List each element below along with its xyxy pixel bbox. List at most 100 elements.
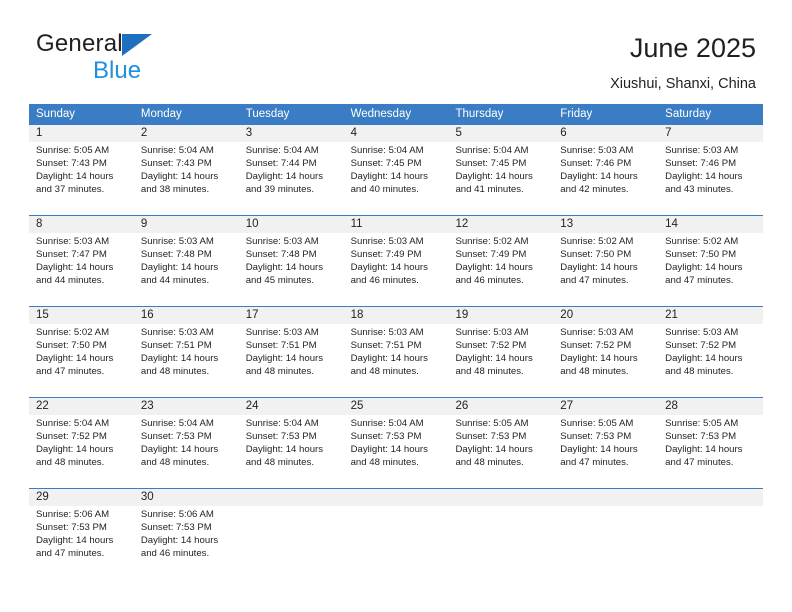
calendar-day-cell[interactable]: 1 Sunrise: 5:05 AM Sunset: 7:43 PM Daylight… <box>29 125 134 203</box>
sunrise-text: Sunrise: 5:04 AM <box>350 418 424 429</box>
day-number: 13 <box>560 218 574 230</box>
day-details: Sunrise: 5:05 AM Sunset: 7:53 PM Daylight:… <box>553 415 658 474</box>
day-number: 16 <box>140 309 154 321</box>
day-details: Sunrise: 5:03 AM Sunset: 7:52 PM Daylight:… <box>658 324 763 383</box>
sunset-text: Sunset: 7:52 PM <box>560 339 632 351</box>
day-details: Sunrise: 5:03 AM Sunset: 7:48 PM Daylight:… <box>134 233 239 292</box>
calendar-day-cell[interactable]: 2 Sunrise: 5:04 AM Sunset: 7:43 PM Daylight… <box>133 125 239 203</box>
sunset-text: Sunset: 7:50 PM <box>560 248 632 260</box>
calendar-day-cell[interactable]: 20 Sunrise: 5:03 AM Sunset: 7:52 PM Dayligh… <box>553 307 659 385</box>
day-number-band: 4 <box>343 125 449 142</box>
calendar-week-row: 15 Sunrise: 5:02 AM Sunset: 7:50 PM Dayligh… <box>29 306 764 385</box>
calendar-day-cell[interactable]: 6 Sunrise: 5:03 AM Sunset: 7:46 PM Daylight… <box>553 125 659 203</box>
daylight-text: Daylight: 14 hours and 47 minutes. <box>560 443 638 468</box>
calendar-day-cell[interactable]: 21 Sunrise: 5:03 AM Sunset: 7:52 PM Dayligh… <box>658 307 764 385</box>
dow-monday: Monday <box>140 108 182 120</box>
calendar-day-cell[interactable]: 14 Sunrise: 5:02 AM Sunset: 7:50 PM Dayligh… <box>658 216 764 294</box>
sunrise-text: Sunrise: 5:06 AM <box>140 509 214 520</box>
dow-saturday: Saturday <box>665 108 712 120</box>
day-details <box>448 506 553 513</box>
day-number-band <box>343 489 449 506</box>
daylight-text: Daylight: 14 hours and 40 minutes. <box>350 170 428 195</box>
calendar-day-cell[interactable]: 11 Sunrise: 5:03 AM Sunset: 7:49 PM Dayligh… <box>343 216 449 294</box>
day-number: 15 <box>36 309 49 321</box>
sunrise-text: Sunrise: 5:02 AM <box>665 236 739 247</box>
day-number-band <box>448 489 554 506</box>
calendar-day-cell[interactable]: 18 Sunrise: 5:03 AM Sunset: 7:51 PM Dayligh… <box>343 307 449 385</box>
calendar-day-cell[interactable]: 9 Sunrise: 5:03 AM Sunset: 7:48 PM Daylight… <box>133 216 239 294</box>
sunset-text: Sunset: 7:53 PM <box>350 430 422 442</box>
dow-friday: Friday <box>560 108 593 120</box>
sunset-text: Sunset: 7:43 PM <box>140 157 212 169</box>
day-number-band: 19 <box>448 307 554 324</box>
calendar-day-cell[interactable]: 17 Sunrise: 5:03 AM Sunset: 7:51 PM Dayligh… <box>238 307 344 385</box>
day-details <box>553 506 658 513</box>
sunset-text: Sunset: 7:51 PM <box>350 339 422 351</box>
calendar-day-cell[interactable]: 15 Sunrise: 5:02 AM Sunset: 7:50 PM Dayligh… <box>29 307 134 385</box>
calendar-day-cell[interactable]: 22 Sunrise: 5:04 AM Sunset: 7:52 PM Dayligh… <box>29 398 134 476</box>
sunset-text: Sunset: 7:44 PM <box>245 157 317 169</box>
day-details: Sunrise: 5:03 AM Sunset: 7:47 PM Daylight:… <box>29 233 134 292</box>
calendar-day-cell[interactable]: 26 Sunrise: 5:05 AM Sunset: 7:53 PM Dayligh… <box>448 398 554 476</box>
calendar-day-cell[interactable]: 24 Sunrise: 5:04 AM Sunset: 7:53 PM Dayligh… <box>238 398 344 476</box>
calendar-week-row: 8 Sunrise: 5:03 AM Sunset: 7:47 PM Daylight… <box>29 215 764 294</box>
daylight-text: Daylight: 14 hours and 37 minutes. <box>36 170 114 195</box>
day-number: 23 <box>140 400 154 412</box>
day-number-band: 29 <box>29 489 134 506</box>
day-number-band: 7 <box>658 125 764 142</box>
calendar-day-cell[interactable]: 7 Sunrise: 5:03 AM Sunset: 7:46 PM Daylight… <box>658 125 764 203</box>
calendar-day-cell[interactable]: 3 Sunrise: 5:04 AM Sunset: 7:44 PM Daylight… <box>238 125 344 203</box>
sunrise-text: Sunrise: 5:04 AM <box>36 418 110 429</box>
calendar-day-cell[interactable]: 23 Sunrise: 5:04 AM Sunset: 7:53 PM Dayligh… <box>133 398 239 476</box>
day-details: Sunrise: 5:05 AM Sunset: 7:53 PM Daylight:… <box>658 415 763 474</box>
daylight-text: Daylight: 14 hours and 38 minutes. <box>140 170 219 195</box>
day-number-band: 24 <box>238 398 344 415</box>
daylight-text: Daylight: 14 hours and 47 minutes. <box>36 352 114 377</box>
day-details: Sunrise: 5:03 AM Sunset: 7:52 PM Daylight:… <box>448 324 553 383</box>
day-number: 20 <box>560 309 574 321</box>
sunset-text: Sunset: 7:51 PM <box>140 339 212 351</box>
day-number: 7 <box>665 127 672 139</box>
day-number: 14 <box>665 218 678 230</box>
dow-sunday: Sunday <box>36 108 76 120</box>
daylight-text: Daylight: 14 hours and 46 minutes. <box>455 261 533 286</box>
sunset-text: Sunset: 7:52 PM <box>455 339 527 351</box>
day-details: Sunrise: 5:04 AM Sunset: 7:53 PM Daylight:… <box>134 415 239 474</box>
day-details: Sunrise: 5:02 AM Sunset: 7:49 PM Daylight:… <box>448 233 553 292</box>
daylight-text: Daylight: 14 hours and 48 minutes. <box>560 352 638 377</box>
sunrise-text: Sunrise: 5:03 AM <box>245 236 319 247</box>
calendar-day-cell[interactable]: 4 Sunrise: 5:04 AM Sunset: 7:45 PM Daylight… <box>343 125 449 203</box>
calendar-day-cell[interactable]: 8 Sunrise: 5:03 AM Sunset: 7:47 PM Daylight… <box>29 216 134 294</box>
calendar-day-cell[interactable]: 5 Sunrise: 5:04 AM Sunset: 7:45 PM Daylight… <box>448 125 554 203</box>
day-details: Sunrise: 5:04 AM Sunset: 7:53 PM Daylight:… <box>239 415 344 474</box>
day-number: 25 <box>350 400 364 412</box>
sunset-text: Sunset: 7:53 PM <box>140 430 212 442</box>
day-number-band: 2 <box>133 125 239 142</box>
logo-text-general: General <box>36 30 123 57</box>
sunrise-text: Sunrise: 5:02 AM <box>455 236 529 247</box>
calendar-day-cell[interactable]: 28 Sunrise: 5:05 AM Sunset: 7:53 PM Dayligh… <box>658 398 764 476</box>
day-number: 19 <box>455 309 469 321</box>
calendar-day-cell[interactable]: 19 Sunrise: 5:03 AM Sunset: 7:52 PM Dayligh… <box>448 307 554 385</box>
calendar-day-cell[interactable]: 13 Sunrise: 5:02 AM Sunset: 7:50 PM Dayligh… <box>553 216 659 294</box>
calendar-day-cell[interactable]: 25 Sunrise: 5:04 AM Sunset: 7:53 PM Dayligh… <box>343 398 449 476</box>
calendar-day-cell[interactable]: 29 Sunrise: 5:06 AM Sunset: 7:53 PM Dayligh… <box>29 489 134 567</box>
sunset-text: Sunset: 7:48 PM <box>245 248 317 260</box>
sunrise-text: Sunrise: 5:03 AM <box>350 327 424 338</box>
sunrise-text: Sunrise: 5:03 AM <box>455 327 529 338</box>
day-details: Sunrise: 5:04 AM Sunset: 7:45 PM Daylight:… <box>448 142 553 201</box>
calendar-day-cell[interactable]: 12 Sunrise: 5:02 AM Sunset: 7:49 PM Dayligh… <box>448 216 554 294</box>
day-number-band: 20 <box>553 307 659 324</box>
calendar-day-cell[interactable]: 10 Sunrise: 5:03 AM Sunset: 7:48 PM Dayligh… <box>238 216 344 294</box>
sunset-text: Sunset: 7:43 PM <box>36 157 107 169</box>
day-number-band: 28 <box>658 398 764 415</box>
day-number-band: 12 <box>448 216 554 233</box>
calendar-weeks: 1 Sunrise: 5:05 AM Sunset: 7:43 PM Daylight… <box>29 125 764 567</box>
calendar-day-cell[interactable]: 27 Sunrise: 5:05 AM Sunset: 7:53 PM Dayligh… <box>553 398 659 476</box>
sunset-text: Sunset: 7:49 PM <box>455 248 527 260</box>
calendar-day-cell[interactable]: 30 Sunrise: 5:06 AM Sunset: 7:53 PM Dayligh… <box>133 489 239 567</box>
sunrise-text: Sunrise: 5:03 AM <box>350 236 424 247</box>
calendar-day-cell[interactable]: 16 Sunrise: 5:03 AM Sunset: 7:51 PM Dayligh… <box>133 307 239 385</box>
daylight-text: Daylight: 14 hours and 47 minutes. <box>665 261 743 286</box>
sunrise-text: Sunrise: 5:05 AM <box>36 145 110 156</box>
